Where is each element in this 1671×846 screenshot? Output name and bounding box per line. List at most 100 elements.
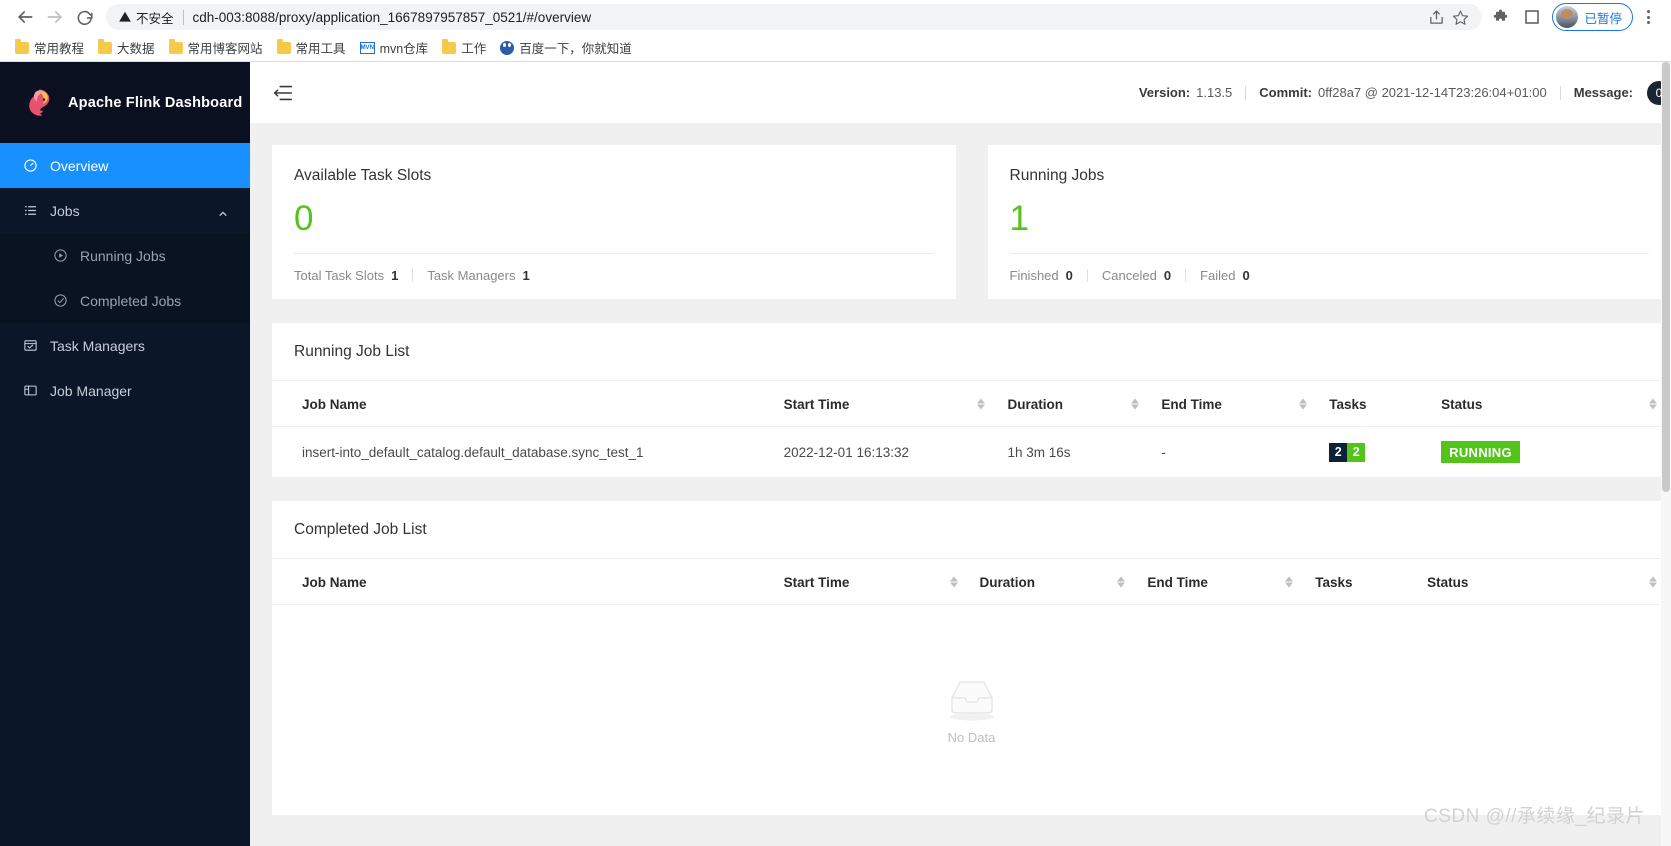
stat-canceled: Canceled 0	[1102, 268, 1171, 283]
bookmark-item[interactable]: 常用教程	[8, 35, 91, 60]
col-status-label: Status	[1441, 397, 1483, 412]
version-info: Version: 1.13.5 Commit: 0ff28a7 @ 2021-1…	[1138, 80, 1671, 105]
cell-status: RUNNING	[1433, 427, 1671, 478]
sidebar-item-label: Jobs	[50, 202, 80, 219]
sidebar-item-running-jobs[interactable]: Running Jobs	[0, 233, 250, 278]
sidebar-item-label: Completed Jobs	[80, 292, 182, 309]
browser-chrome: 不安全 cdh-003:8088/proxy/application_16678…	[0, 0, 1671, 62]
stat-label: Finished	[1009, 268, 1059, 283]
baidu-icon	[500, 40, 515, 55]
cell-job-name[interactable]: insert-into_default_catalog.default_data…	[272, 427, 776, 478]
bookmark-label: 工作	[461, 42, 487, 56]
col-start-time[interactable]: Start Time	[775, 381, 1000, 427]
col-duration-label: Duration	[979, 575, 1036, 590]
list-icon	[22, 203, 38, 219]
sidebar-item-job-manager[interactable]: Job Manager	[0, 368, 250, 413]
bookmark-label: 常用博客网站	[187, 42, 263, 56]
sidebar-item-completed-jobs[interactable]: Completed Jobs	[0, 278, 250, 323]
divider	[1245, 85, 1247, 100]
not-secure-label: 不安全	[136, 11, 174, 26]
sidebar-item-label: Running Jobs	[80, 247, 166, 264]
col-status[interactable]: Status	[1419, 559, 1671, 605]
col-job-name: Job Name	[272, 381, 776, 427]
sort-toggle-icon[interactable]	[977, 398, 986, 409]
message-label: Message:	[1573, 85, 1633, 100]
col-job-name: Job Name	[272, 559, 776, 605]
address-bar[interactable]: 不安全 cdh-003:8088/proxy/application_16678…	[106, 4, 1483, 30]
folder-icon	[168, 39, 183, 54]
cell-tasks: 2 2	[1321, 427, 1433, 478]
table-header-row: Job Name Start Time Duration End Time Ta…	[272, 559, 1671, 605]
stat-total-task-slots: Total Task Slots 1	[294, 268, 398, 283]
divider	[1086, 269, 1088, 282]
sort-toggle-icon[interactable]	[1649, 398, 1657, 409]
sidebar-item-jobs[interactable]: Jobs	[0, 188, 250, 233]
col-duration[interactable]: Duration	[971, 559, 1140, 605]
profile-chip[interactable]: 已暂停	[1552, 3, 1633, 31]
divider	[1559, 85, 1561, 100]
bookmark-item[interactable]: 常用工具	[270, 35, 353, 60]
cell-duration: 1h 3m 16s	[1007, 444, 1071, 460]
sidebar-item-overview[interactable]: Overview	[0, 143, 250, 188]
stat-value: 0	[1163, 268, 1172, 283]
profile-status-label: 已暂停	[1584, 11, 1622, 26]
bookmark-item[interactable]: 大数据	[91, 35, 162, 60]
puzzle-icon[interactable]	[1488, 3, 1516, 31]
sort-toggle-icon[interactable]	[949, 576, 958, 587]
col-status[interactable]: Status	[1433, 381, 1671, 427]
card-stats: Total Task Slots 1 Task Managers 1	[294, 254, 934, 283]
col-duration[interactable]: Duration	[999, 381, 1154, 427]
side-panel-icon[interactable]	[1518, 3, 1546, 31]
reload-icon[interactable]	[70, 2, 100, 32]
stat-label: Failed	[1200, 268, 1236, 283]
commit-value: 0ff28a7 @ 2021-12-14T23:26:04+01:00	[1318, 85, 1547, 100]
version-value: 1.13.5	[1196, 85, 1233, 100]
col-end-time[interactable]: End Time	[1139, 559, 1308, 605]
summary-cards: Available Task Slots 0 Total Task Slots …	[272, 145, 1671, 299]
cell-start-time: 2022-12-01 16:13:32	[783, 444, 909, 460]
star-icon[interactable]	[1448, 5, 1472, 29]
forward-arrow-icon[interactable]	[40, 2, 70, 32]
col-end-time[interactable]: End Time	[1153, 381, 1322, 427]
not-secure-indicator[interactable]: 不安全	[118, 8, 174, 27]
dashboard-icon	[22, 158, 38, 174]
col-start-time[interactable]: Start Time	[775, 559, 972, 605]
sort-toggle-icon[interactable]	[1117, 576, 1126, 587]
task-manager-icon	[22, 338, 38, 354]
sort-toggle-icon[interactable]	[1131, 398, 1140, 409]
folder-icon	[98, 39, 113, 54]
sort-toggle-icon[interactable]	[1649, 576, 1657, 587]
sidebar-item-label: Task Managers	[50, 337, 145, 354]
completed-job-list-panel: Completed Job List Job Name Start Time D…	[272, 501, 1671, 815]
stat-value: 0	[1242, 268, 1250, 283]
three-dot-menu-icon[interactable]	[1635, 3, 1661, 31]
running-job-list-panel: Running Job List Job Name Start Time Dur…	[272, 323, 1671, 477]
bookmark-label: 常用教程	[34, 42, 85, 56]
card-title: Available Task Slots	[294, 167, 432, 184]
scrollbar-thumb[interactable]	[1662, 62, 1670, 492]
sidebar-submenu-jobs: Running Jobs Completed Jobs	[0, 233, 250, 323]
menu-fold-icon[interactable]	[272, 82, 294, 104]
task-badge-running: 2	[1329, 442, 1348, 462]
bookmark-item[interactable]: 百度一下，你就知道	[493, 35, 639, 60]
bookmark-item[interactable]: MVN mvn仓库	[353, 35, 436, 60]
sidebar-item-label: Job Manager	[50, 382, 132, 399]
available-task-slots-value: 0	[294, 199, 314, 238]
back-arrow-icon[interactable]	[10, 2, 40, 32]
version-label: Version:	[1138, 85, 1191, 100]
brand-header[interactable]: Apache Flink Dashboard	[0, 62, 250, 143]
brand-title: Apache Flink Dashboard	[68, 94, 243, 111]
sidebar-item-task-managers[interactable]: Task Managers	[0, 323, 250, 368]
play-circle-icon	[52, 248, 68, 264]
bookmark-item[interactable]: 工作	[435, 35, 493, 60]
stat-label: Total Task Slots	[294, 268, 385, 283]
table-row[interactable]: insert-into_default_catalog.default_data…	[272, 427, 1671, 478]
job-manager-icon	[22, 383, 38, 399]
message-segment[interactable]: Message: 0	[1573, 80, 1671, 105]
sort-toggle-icon[interactable]	[1285, 576, 1294, 587]
share-icon[interactable]	[1424, 5, 1448, 29]
sort-toggle-icon[interactable]	[1299, 398, 1308, 409]
page-scrollbar[interactable]	[1661, 62, 1671, 846]
empty-inbox-icon	[949, 680, 994, 720]
bookmark-item[interactable]: 常用博客网站	[162, 35, 270, 60]
